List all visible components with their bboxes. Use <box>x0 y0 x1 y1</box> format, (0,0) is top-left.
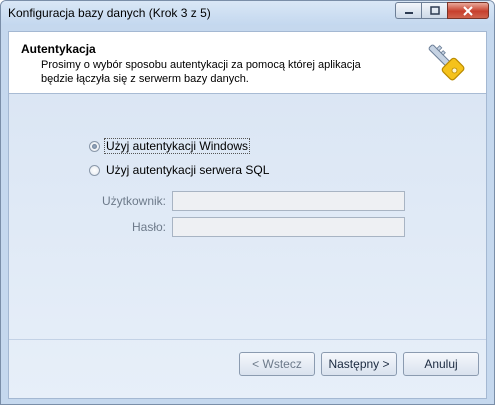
password-field[interactable] <box>172 217 405 237</box>
radio-windows-auth-label: Użyj autentykacji Windows <box>104 138 251 154</box>
radio-button-selected[interactable] <box>89 140 100 152</box>
radio-windows-auth[interactable]: Użyj autentykacji Windows <box>89 138 251 154</box>
title-bar[interactable]: Konfiguracja bazy danych (Krok 3 z 5) <box>1 1 494 25</box>
window-title: Konfiguracja bazy danych (Krok 3 z 5) <box>8 6 211 20</box>
wizard-body: Użyj autentykacji Windows Użyj autentyka… <box>9 94 486 398</box>
step-title: Autentykacja <box>21 42 96 56</box>
divider <box>9 339 486 340</box>
window-controls <box>395 2 489 20</box>
step-description: Prosimy o wybór sposobu autentykacji za … <box>41 59 361 85</box>
radio-sql-auth[interactable]: Użyj autentykacji serwera SQL <box>89 163 271 177</box>
maximize-button[interactable] <box>421 2 447 19</box>
wizard-client-area: Autentykacja Prosimy o wybór sposobu aut… <box>8 31 487 399</box>
next-button[interactable]: Następny > <box>321 352 397 376</box>
maximize-icon <box>429 6 440 15</box>
radio-sql-auth-label: Użyj autentykacji serwera SQL <box>106 163 270 177</box>
minimize-icon <box>404 11 413 14</box>
radio-button[interactable] <box>89 164 100 176</box>
user-label: Użytkownik: <box>101 194 166 208</box>
wizard-window: Konfiguracja bazy danych (Krok 3 z 5) Au… <box>0 0 495 405</box>
close-icon <box>463 5 473 16</box>
back-button[interactable]: < Wstecz <box>239 352 315 376</box>
wizard-header: Autentykacja Prosimy o wybór sposobu aut… <box>9 32 486 94</box>
close-button[interactable] <box>447 2 489 19</box>
key-icon <box>428 44 465 81</box>
password-label: Hasło: <box>131 220 166 234</box>
cancel-button[interactable]: Anuluj <box>403 352 479 376</box>
minimize-button[interactable] <box>395 2 421 19</box>
user-field[interactable] <box>172 191 405 211</box>
